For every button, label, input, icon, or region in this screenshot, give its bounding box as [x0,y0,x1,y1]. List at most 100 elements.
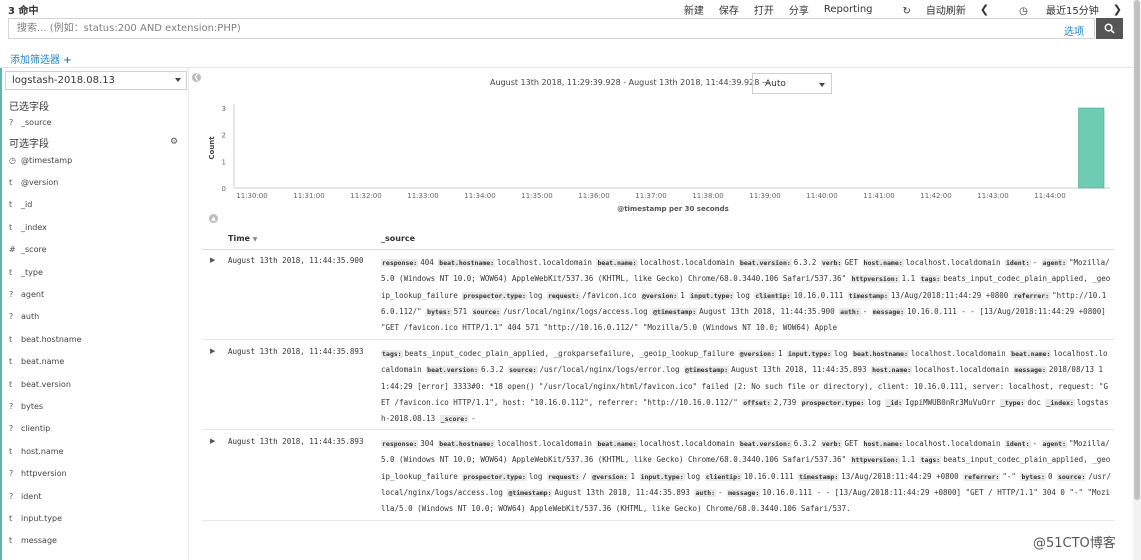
search-options-link[interactable]: 选项 [1064,23,1084,38]
source-field-value: log [686,471,701,481]
source-field-key: tags: [919,275,942,284]
field-type-icon: t [9,357,13,367]
source-field-value: GET [844,439,859,448]
table-row: ▶ August 13th 2018, 11:44:35.900 response:… [202,250,1114,340]
x-tick-label: 11:35:00 [521,192,552,200]
menu-new[interactable]: 新建 [684,2,704,17]
time-picker-button[interactable]: ◷ 最近15分钟 [1004,2,1099,17]
sidebar-field-type[interactable]: t _type [9,265,43,279]
field-type-icon: t [9,222,13,232]
row-source: response: 304 beat.hostname: localhost.loc… [381,436,1111,517]
menu-share[interactable]: 分享 [789,2,809,17]
sidebar-field-score[interactable]: # _score [9,243,47,257]
source-field-value: localhost.localdomain [905,439,1001,448]
search-icon [1104,23,1115,34]
y-tick-label: 2 [222,132,226,140]
sidebar-field-agent[interactable]: ? agent [9,287,44,301]
collapse-chart-button[interactable]: ▲ [209,214,218,223]
source-field-key: beat.name: [596,259,638,267]
sidebar-field-beat-hostname[interactable]: t beat.hostname [9,332,82,346]
scrollbar-thumb[interactable] [1134,0,1140,500]
add-filter-link[interactable]: 添加筛选器 + [10,51,72,66]
source-field-key: prospector.type: [462,291,527,300]
row-time: August 13th 2018, 11:44:35.893 [228,347,364,356]
index-pattern-select[interactable]: logstash-2018.08.13 [5,71,187,90]
sidebar-field-auth[interactable]: ? auth [9,310,39,324]
search-input[interactable] [9,19,909,38]
expand-row-icon[interactable]: ▶ [210,347,215,355]
field-type-icon: ? [9,469,14,479]
collapse-sidebar-button[interactable]: ❮ [192,73,201,82]
x-tick-label: 11:32:00 [350,192,381,200]
search-button[interactable] [1096,18,1123,39]
field-type-icon: ? [9,401,14,411]
source-field-key: beat.version: [426,366,480,375]
source-field-key: prospector.type: [462,472,527,481]
selected-fields-heading: 已选字段 [9,102,49,113]
sidebar-field-index[interactable]: t _index [9,220,47,234]
field-type-icon: ? [9,424,14,434]
source-field-value: 2,739 [773,397,797,407]
source-field-value: IgpiMWUB0nRr3MuVuOrr [905,397,996,407]
interval-select[interactable]: Auto [752,73,832,94]
sidebar-field-id[interactable]: t _id [9,198,32,212]
time-back-button[interactable]: ❮ [980,3,989,16]
gear-icon[interactable]: ⚙ [170,137,178,147]
sidebar-field-beat-name[interactable]: t beat.name [9,355,64,369]
source-field-value: 1 [777,349,783,358]
source-field-value: localhost.localdomain [497,439,592,448]
document-table-header: Time ▼ _source [202,230,1114,250]
time-forward-button[interactable]: ❯ [1113,3,1122,16]
x-tick-label: 11:39:00 [749,192,780,200]
sidebar-field-offset[interactable]: #offset [9,556,44,560]
sidebar: logstash-2018.08.13 已选字段 ? _source 可选字段 ⚙… [0,68,189,560]
field-type-icon: ? [9,289,14,299]
source-field-key: @version: [640,291,679,300]
sidebar-field-clientip[interactable]: ? clientip [9,422,50,436]
source-field-key: clientip: [754,291,792,300]
source-field-value: log [528,290,543,300]
y-tick-label: 3 [222,105,226,113]
x-tick-label: 11:33:00 [407,192,438,200]
source-field-value: - [1032,439,1038,448]
sidebar-field-beat-version[interactable]: t beat.version [9,377,71,391]
source-field-key: _type: [999,398,1026,407]
row-time: August 13th 2018, 11:44:35.893 [228,437,364,446]
source-field-value: log [867,397,881,407]
source-field-key: @version: [738,350,776,358]
row-time: August 13th 2018, 11:44:35.900 [228,256,364,265]
source-field-value: /favicon.ico [582,290,637,300]
plus-icon: + [63,55,72,66]
source-field-key: source: [471,307,502,316]
source-field-value: localhost.localdomain [914,365,1010,375]
menu-save[interactable]: 保存 [719,2,739,17]
source-field-value: localhost.localdomain [639,439,735,448]
sidebar-field-source[interactable]: ? _source [9,115,52,129]
sidebar-field-timestamp[interactable]: ◷ @timestamp [9,153,72,167]
source-field-key: request: [546,472,581,481]
source-field-key: beat.version: [738,259,792,267]
column-time[interactable]: Time ▼ [228,234,257,243]
menu-open[interactable]: 打开 [754,2,774,17]
sidebar-field-host-name[interactable]: t host.name [9,444,64,458]
source-field-key: request: [546,291,581,300]
top-menu: 新建 保存 打开 分享 Reporting ↻ 自动刷新 ❮ ◷ 最近15分钟 ❯ [669,2,1122,17]
expand-row-icon[interactable]: ▶ [210,256,215,264]
column-source: _source [381,234,416,243]
x-tick-label: 11:44:00 [1034,192,1065,200]
menu-reporting[interactable]: Reporting [824,4,873,15]
sidebar-field-version[interactable]: t @version [9,175,58,189]
field-type-icon: t [9,379,13,389]
sidebar-field-input-type[interactable]: t input.type [9,511,62,525]
sidebar-field-bytes[interactable]: ? bytes [9,399,43,413]
source-field-key: bytes: [1020,472,1046,481]
source-field-value: 1.1 [901,274,916,284]
sidebar-field-message[interactable]: t message [9,534,57,548]
search-row: 选项 [8,18,1123,39]
auto-refresh-button[interactable]: ↻ 自动刷新 [888,2,966,17]
sidebar-field-ident[interactable]: ? ident [9,489,41,503]
sidebar-field-httpversion[interactable]: ? httpversion [9,467,67,481]
source-field-key: auth: [694,488,717,497]
expand-row-icon[interactable]: ▶ [210,437,215,445]
source-field-key: timestamp: [847,291,889,300]
